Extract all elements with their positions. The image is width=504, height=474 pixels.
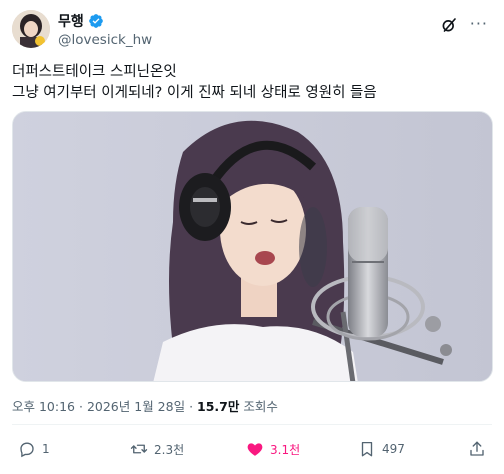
tweet-media-image[interactable]: [12, 111, 493, 382]
bookmark-icon: [358, 440, 376, 458]
action-bar: 1 2.3천 3.1천 497: [12, 437, 492, 461]
views-count: 15.7만: [197, 399, 240, 414]
repost-count: 2.3천: [154, 442, 185, 457]
author-names: 무행 @lovesick_hw: [58, 12, 152, 48]
tweet-date[interactable]: 2026년 1월 28일: [87, 399, 185, 414]
reply-button[interactable]: 1: [18, 437, 50, 461]
like-count: 3.1천: [270, 442, 301, 457]
share-icon: [468, 440, 486, 458]
more-icon[interactable]: ···: [470, 14, 488, 33]
tweet-text: 더퍼스트테이크 스피닌온잇 그냥 여기부터 이게되네? 이게 진짜 되네 상태로…: [12, 62, 492, 104]
tweet-text-line-1: 더퍼스트테이크 스피닌온잇: [12, 64, 177, 80]
bookmark-button[interactable]: 497: [358, 437, 405, 461]
meta-separator: ·: [78, 399, 83, 414]
tweet-text-line-2: 그냥 여기부터 이게되네? 이게 진짜 되네 상태로 영원히 들음: [12, 85, 377, 101]
repost-icon: [130, 440, 148, 458]
grok-icon[interactable]: [440, 16, 458, 34]
reply-icon: [18, 440, 36, 458]
like-button[interactable]: 3.1천: [246, 437, 300, 461]
divider: [12, 424, 492, 425]
display-name[interactable]: 무행: [58, 11, 84, 31]
verified-badge-icon: [88, 13, 104, 29]
like-icon: [246, 440, 264, 458]
meta-separator: ·: [189, 399, 194, 414]
bookmark-count: 497: [382, 442, 405, 456]
repost-button[interactable]: 2.3천: [130, 437, 184, 461]
tweet-header: 무행 @lovesick_hw ···: [12, 10, 492, 52]
reply-count: 1: [42, 442, 50, 456]
avatar[interactable]: [12, 10, 50, 48]
tweet-meta: 오후 10:16 · 2026년 1월 28일 · 15.7만 조회수: [12, 396, 278, 415]
tweet-time[interactable]: 오후 10:16: [12, 399, 75, 414]
views-label: 조회수: [243, 399, 278, 414]
share-button[interactable]: [468, 437, 486, 461]
author-handle[interactable]: @lovesick_hw: [58, 32, 152, 48]
